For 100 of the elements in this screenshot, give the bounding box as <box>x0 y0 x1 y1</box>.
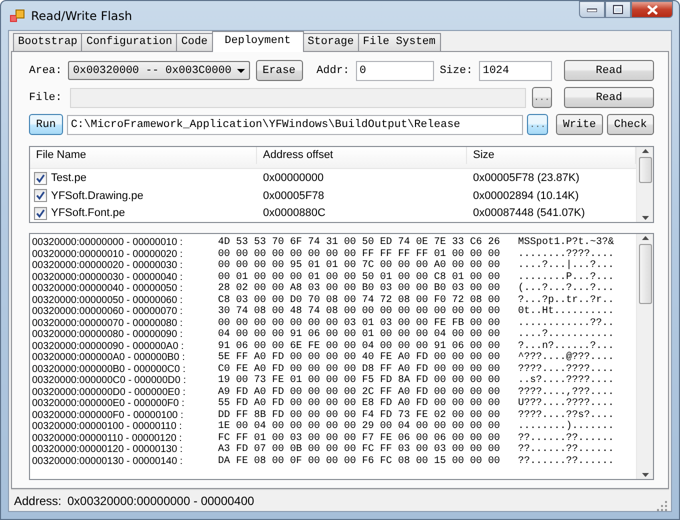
checkbox[interactable] <box>34 172 47 185</box>
checkbox[interactable] <box>34 189 47 202</box>
area-dropdown[interactable]: 0x00320000 -- 0x003C0000 <box>68 61 250 80</box>
hex-ascii: 0t..Ht.......... <box>518 306 614 318</box>
close-button[interactable] <box>631 1 673 18</box>
run-button[interactable]: Run <box>29 114 63 135</box>
hex-address: 00320000:00000050 - 00000060 : <box>32 294 184 306</box>
up-arrow-icon[interactable] <box>642 149 648 153</box>
check-button[interactable]: Check <box>606 114 654 135</box>
hex-ascii: ??......??...... <box>518 444 614 456</box>
hex-bytes: FC FF 01 00 03 00 00 00 F7 FE 06 00 06 00 00 00 <box>218 432 502 444</box>
size-field[interactable]: 1024 <box>478 60 552 80</box>
scrollbar-thumb[interactable] <box>638 244 652 304</box>
hex-address: 00320000:00000080 - 00000090 : <box>32 329 184 340</box>
tab[interactable]: Deployment <box>212 31 304 52</box>
hex-address: 00320000:00000120 - 00000130 : <box>32 444 184 456</box>
file-field[interactable] <box>70 88 526 108</box>
hex-address: 00320000:00000000 - 00000010 : <box>32 237 184 248</box>
hex-address: 00320000:000000A0 - 000000B0 : <box>32 352 186 364</box>
addr-field[interactable]: 0 <box>356 60 434 80</box>
hex-address: 00320000:000000E0 - 000000F0 : <box>32 398 186 410</box>
hex-bytes: 5E FF A0 FD 00 00 00 00 40 FE A0 FD 00 00 00 00 <box>218 352 502 364</box>
hex-ascii: U???....????.... <box>518 398 614 410</box>
hex-ascii: ????....??s?.... <box>518 410 614 421</box>
hex-bytes: 30 74 08 00 48 74 08 00 00 00 00 00 00 00 00 00 <box>218 306 502 318</box>
tab[interactable]: Bootstrap <box>13 33 82 51</box>
file-name: Test.pe <box>51 172 86 184</box>
read-button[interactable]: Read <box>564 87 654 108</box>
vertical-scrollbar[interactable] <box>636 147 653 222</box>
hex-address: 00320000:00000090 - 000000A0 : <box>32 340 185 352</box>
app-icon <box>9 8 25 24</box>
hex-bytes: 04 00 00 00 91 06 00 00 01 00 00 00 04 00 00 00 <box>218 329 502 340</box>
tab[interactable]: File System <box>358 33 441 51</box>
erase-button[interactable]: Erase <box>256 60 303 81</box>
tab[interactable]: Configuration <box>81 33 178 51</box>
hex-bytes: C0 FE A0 FD 00 00 00 00 D8 FF A0 FD 00 00 00 00 <box>218 364 502 375</box>
read-button[interactable]: Read <box>564 60 654 81</box>
hex-address: 00320000:00000010 - 00000020 : <box>32 248 184 260</box>
scrollbar-thumb[interactable] <box>638 157 652 183</box>
maximize-icon <box>613 5 623 14</box>
address-offset: 0x0000880C <box>262 207 326 220</box>
file-name: YFSoft.Font.pe <box>51 207 125 220</box>
hex-bytes: 1E 00 04 00 00 00 00 00 29 00 04 00 00 00 00 00 <box>218 421 502 432</box>
hex-bytes: 91 06 00 00 6E FE 00 00 04 00 00 00 91 06 00 00 <box>218 340 502 352</box>
hex-address: 00320000:000000D0 - 000000E0 : <box>32 386 186 398</box>
vertical-scrollbar[interactable] <box>636 234 653 479</box>
minimize-button[interactable] <box>579 1 605 18</box>
hex-ascii: ....?...|...?... <box>518 260 614 272</box>
checkbox[interactable] <box>34 206 47 220</box>
address-offset: 0x00005F78 <box>262 190 326 202</box>
column-header[interactable]: Address offset <box>257 147 467 164</box>
tab[interactable]: Storage <box>302 33 359 51</box>
minimize-icon <box>587 8 597 12</box>
column-header[interactable]: File Name <box>30 147 257 164</box>
file-size: 0x00087448 (541.07K) <box>472 207 586 220</box>
browse-button[interactable]: ... <box>532 87 552 108</box>
path-field[interactable]: C:\MicroFramework_Application\YFWindows\BuildOutput\Release <box>66 114 524 134</box>
resize-grip-icon[interactable] <box>657 501 667 511</box>
hex-address: 00320000:00000130 - 00000140 : <box>32 456 184 467</box>
hex-address: 00320000:00000060 - 00000070 : <box>32 306 184 318</box>
hex-bytes: C8 03 00 00 D0 70 08 00 74 72 08 00 F0 72 08 00 <box>218 294 502 306</box>
hex-bytes: 55 FD A0 FD 00 00 00 00 E8 FD A0 FD 00 00 00 00 <box>218 398 502 410</box>
hex-ascii: ^???....@???.... <box>518 352 614 364</box>
hex-address: 00320000:00000110 - 00000120 : <box>32 432 183 444</box>
file-size: 0x00002894 (10.14K) <box>472 190 580 202</box>
hex-address: 00320000:000000C0 - 000000D0 : <box>32 375 188 386</box>
down-arrow-icon[interactable] <box>642 473 648 477</box>
hex-address: 00320000:00000030 - 00000040 : <box>32 272 184 283</box>
hex-ascii: ............??.. <box>518 318 614 329</box>
hex-bytes: A3 FD 07 00 0B 00 00 00 FC FF 03 00 03 00 00 00 <box>218 444 502 456</box>
hex-bytes: DA FE 08 00 0F 00 00 00 F6 FC 08 00 15 00 00 00 <box>218 456 502 467</box>
hex-ascii: ????....,???.... <box>518 386 614 398</box>
hex-ascii: ??......??...... <box>518 432 614 444</box>
hex-ascii: ........P...?... <box>518 272 614 283</box>
hex-ascii: ....?........... <box>518 329 614 340</box>
hex-address: 00320000:00000020 - 00000030 : <box>32 260 184 272</box>
window-title: Read/Write Flash <box>31 8 134 22</box>
hex-address: 00320000:000000B0 - 000000C0 : <box>32 364 186 375</box>
hex-bytes: 00 01 00 00 00 01 00 00 50 01 00 00 C8 01 00 00 <box>218 272 502 283</box>
hex-ascii: ..s?....????.... <box>518 375 614 386</box>
write-button[interactable]: Write <box>556 114 603 135</box>
hex-bytes: 28 02 00 00 A8 03 00 00 B0 03 00 00 B0 03 00 00 <box>218 283 502 294</box>
hex-bytes: 00 00 00 00 00 00 00 03 01 03 00 00 FE FB 00 00 <box>218 318 502 329</box>
hex-ascii: ........????.... <box>518 248 614 260</box>
size-label: Size: <box>440 64 473 76</box>
up-arrow-icon[interactable] <box>642 236 648 240</box>
area-label: Area: <box>29 64 62 76</box>
hex-bytes: 00 00 00 00 00 00 00 00 FF FF FF FF 01 00 00 00 <box>218 248 502 260</box>
file-name: YFSoft.Drawing.pe <box>51 190 144 202</box>
browse-button[interactable]: ... <box>527 114 548 135</box>
hex-bytes: DD FF 8B FD 00 00 00 00 F4 FD 73 FE 02 00 00 00 <box>218 410 502 421</box>
hex-address: 00320000:00000070 - 00000080 : <box>32 318 184 329</box>
status-label: Address: <box>14 494 62 508</box>
down-arrow-icon[interactable] <box>642 216 648 220</box>
hex-bytes: 4D 53 53 70 6F 74 31 00 50 ED 74 0E 7E 33 C6 26 <box>218 237 502 248</box>
caret-icon <box>236 68 245 72</box>
tab[interactable]: Code <box>176 33 213 51</box>
hex-ascii: ........)....... <box>518 421 614 432</box>
maximize-button[interactable] <box>605 1 631 18</box>
address-offset: 0x00000000 <box>262 172 325 184</box>
